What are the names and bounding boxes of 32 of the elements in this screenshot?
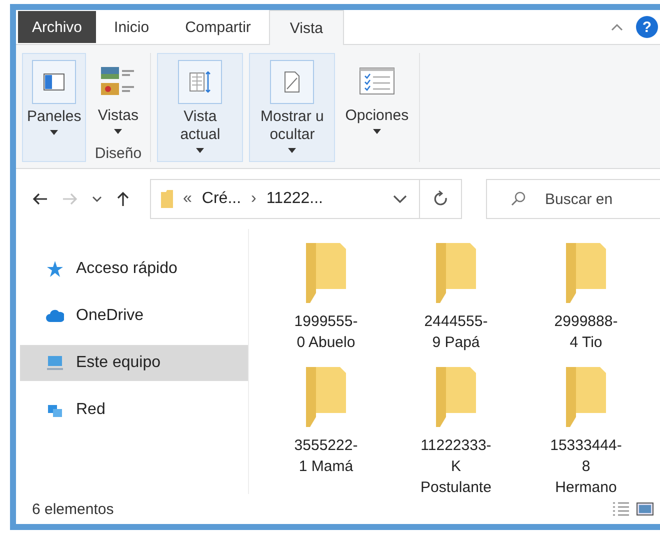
search-field[interactable]: Buscar en <box>486 179 660 219</box>
folder-name[interactable]: 11222333-K Postulante <box>420 435 492 498</box>
item-count: 6 elementos <box>32 500 114 518</box>
breadcrumb[interactable]: Cré... <box>202 190 242 208</box>
overflow-chevron[interactable]: « <box>183 190 192 208</box>
ribbon-tab[interactable]: Inicio <box>96 10 168 44</box>
ribbon-button[interactable]: Opciones <box>341 53 413 140</box>
sidebar-label: Acceso rápido <box>76 260 178 278</box>
sidebar-item[interactable]: Acceso rápido <box>20 251 248 287</box>
folder-name[interactable]: 2999888-4 Tio <box>554 311 618 353</box>
sidebar-label: Red <box>76 401 106 419</box>
ribbon-button[interactable]: Mostrar u ocultar <box>249 53 336 162</box>
ribbon-button[interactable]: Paneles <box>22 53 86 162</box>
folder-name[interactable]: 1999555-0 Abuelo <box>294 311 358 353</box>
ribbon-button[interactable]: Vista actual <box>157 53 244 162</box>
ribbon-tab[interactable]: Archivo <box>18 11 96 43</box>
breadcrumb[interactable]: 11222... <box>266 190 323 208</box>
sidebar-item[interactable]: OneDrive <box>20 298 248 334</box>
address-bar[interactable]: « Cré... › 11222... <box>150 179 420 219</box>
ribbon-tab[interactable]: Vista <box>268 10 344 45</box>
sidebar-label: Este equipo <box>76 354 161 372</box>
help-button[interactable]: ? <box>636 16 658 38</box>
folder-name[interactable]: 3555222-1 Mamá <box>294 435 358 477</box>
ribbon-tab[interactable]: Compartir <box>167 10 269 44</box>
folder-name[interactable]: 15333444-8 Hermano <box>550 435 622 498</box>
ribbon-button[interactable]: Vistas <box>92 53 144 140</box>
folder-name[interactable]: 2444555-9 Papá <box>424 311 488 353</box>
sidebar-label: OneDrive <box>76 307 144 325</box>
breadcrumb-separator[interactable]: › <box>251 190 256 208</box>
sidebar-item[interactable]: Este equipo <box>20 345 248 381</box>
group-label: Diseño <box>94 145 142 162</box>
sidebar-item[interactable]: Red <box>20 392 248 428</box>
